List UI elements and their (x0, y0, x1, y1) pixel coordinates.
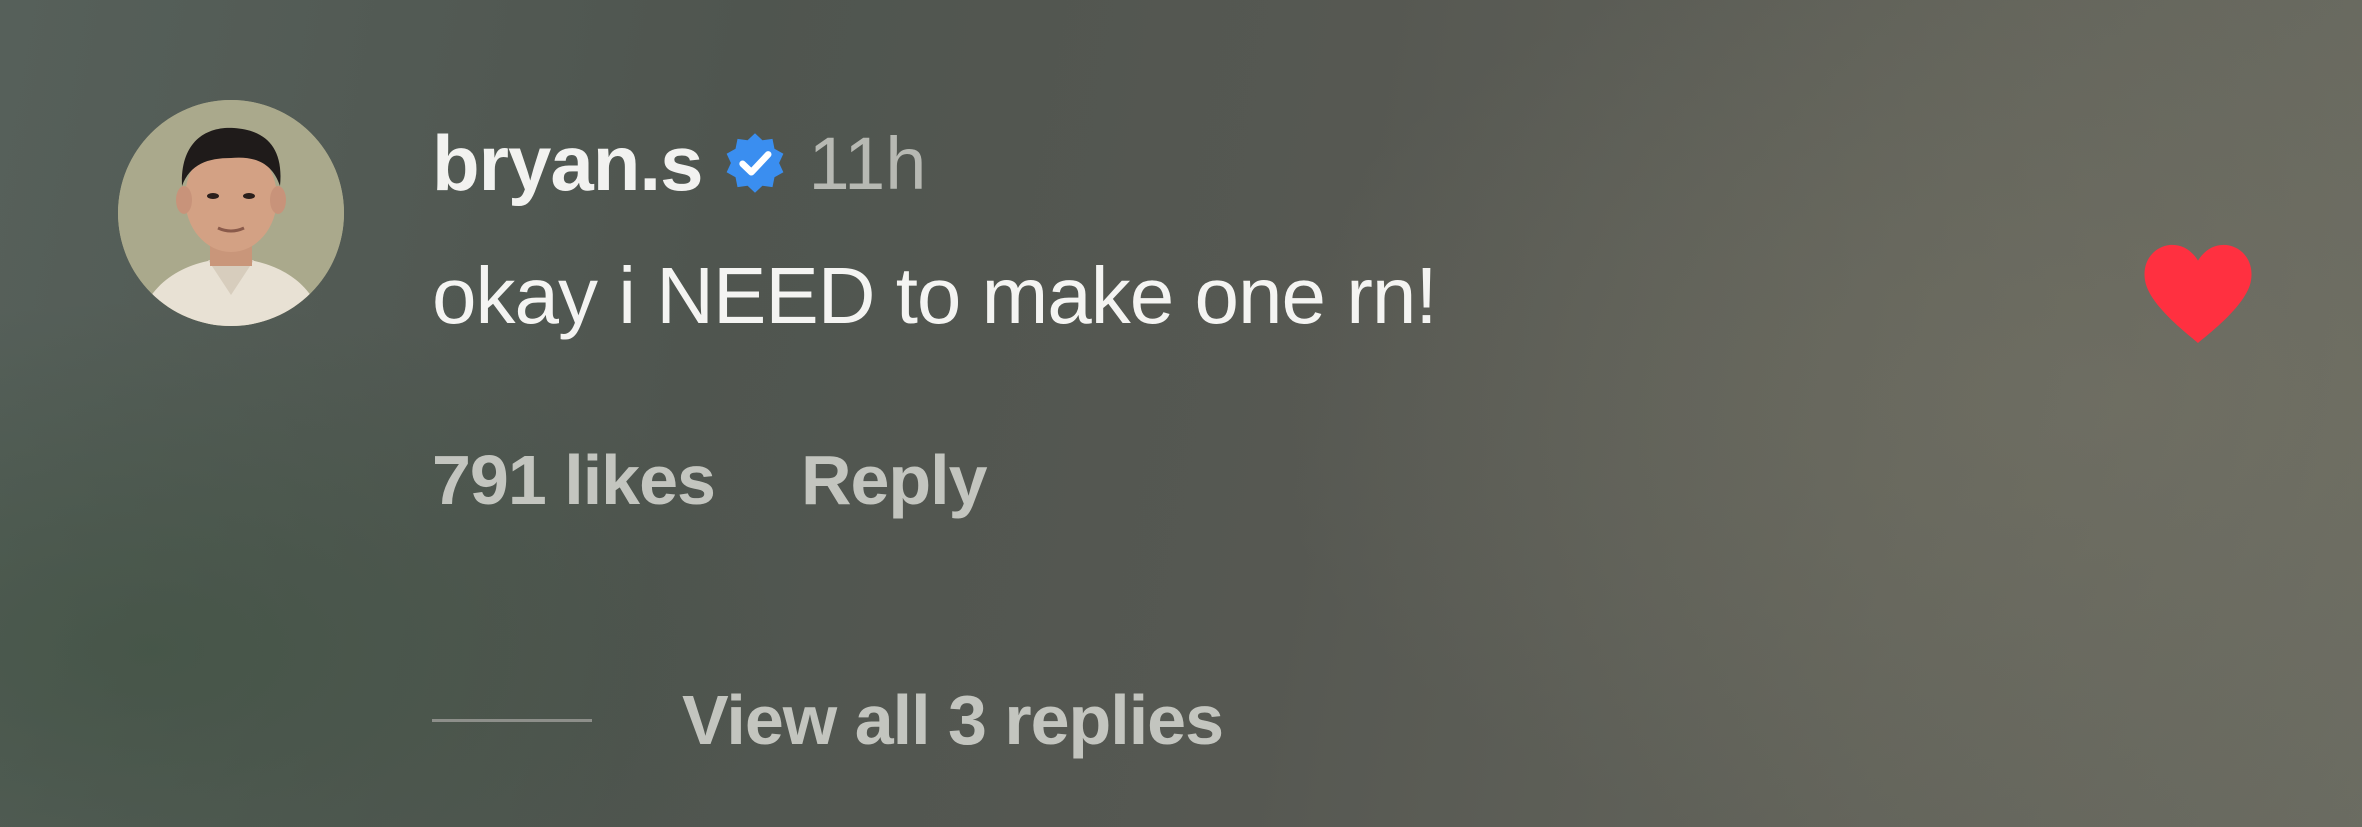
timestamp: 11h (808, 121, 927, 205)
verified-badge-icon (722, 130, 788, 196)
view-replies-button[interactable]: View all 3 replies (682, 680, 1224, 760)
comment-header: bryan.s 11h (432, 118, 926, 208)
view-replies-row[interactable]: View all 3 replies (432, 680, 1224, 760)
comment-actions: 791 likes Reply (432, 440, 988, 520)
reply-button[interactable]: Reply (801, 440, 988, 520)
username[interactable]: bryan.s (432, 118, 703, 209)
replies-divider-line (432, 718, 592, 722)
likes-count[interactable]: 791 likes (432, 440, 716, 520)
heart-icon[interactable] (2138, 240, 2258, 348)
comment-item: bryan.s 11h okay i NEED to make one rn! … (0, 0, 2362, 827)
avatar[interactable] (118, 100, 344, 326)
comment-text: okay i NEED to make one rn! (432, 251, 1438, 340)
